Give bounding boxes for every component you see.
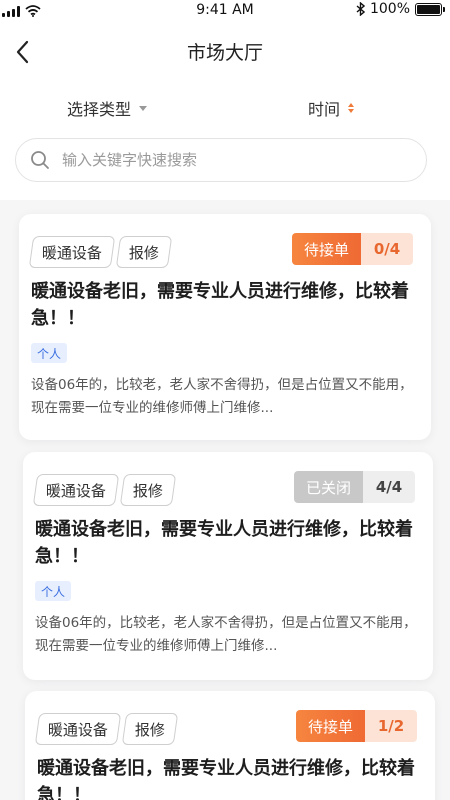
card-description: 设备06年的，比较老，老人家不舍得扔，但是占位置又不能用，现在需要一位专业的维修… — [35, 615, 417, 654]
page-title: 市场大厅 — [186, 42, 263, 64]
time-sort-label: 时间 — [308, 100, 341, 119]
owner-badge: 个人 — [31, 343, 68, 363]
tag-list: 暖通设备 报修 — [32, 474, 177, 506]
card-description: 设备06年的，比较老，老人家不舍得扔，但是占位置又不能用，现在需要一位专业的维修… — [31, 377, 413, 416]
type-tag: 报修 — [121, 713, 179, 745]
accepted-count: 4/4 — [363, 471, 415, 503]
card-title: 暖通设备老旧，需要专业人员进行维修，比较着急！！ — [35, 519, 413, 567]
type-tag: 报修 — [119, 474, 177, 506]
search-area — [0, 134, 450, 200]
type-filter-label: 选择类型 — [67, 100, 132, 119]
category-tag: 暖通设备 — [34, 713, 122, 745]
accepted-count: 1/2 — [365, 710, 417, 742]
status-label: 待接单 — [291, 233, 361, 265]
caret-down-icon — [139, 105, 148, 111]
tag-list: 暖通设备 报修 — [34, 713, 179, 745]
search-icon — [31, 151, 49, 169]
status-label: 待接单 — [295, 710, 365, 742]
sort-icon — [348, 103, 355, 113]
task-card[interactable]: 暖通设备 报修 已关闭 4/4 暖通设备老旧，需要专业人员进行维修，比较着急！！… — [23, 452, 433, 680]
category-tag: 暖通设备 — [28, 236, 116, 268]
search-box[interactable] — [15, 138, 427, 182]
accepted-count: 0/4 — [361, 233, 413, 265]
search-input[interactable] — [62, 151, 402, 169]
type-filter-dropdown[interactable]: 选择类型 — [67, 96, 148, 120]
battery-percentage: 100% — [369, 1, 410, 17]
status-badge: 待接单 1/2 — [295, 710, 417, 742]
time-sort-toggle[interactable]: 时间 — [308, 96, 355, 120]
bluetooth-icon — [356, 2, 365, 16]
battery-icon — [415, 2, 445, 16]
category-tag: 暖通设备 — [32, 474, 120, 506]
status-badge: 待接单 0/4 — [291, 233, 413, 265]
task-card[interactable]: 暖通设备 报修 待接单 1/2 暖通设备老旧，需要专业人员进行维修，比较着急！！ — [25, 691, 435, 800]
owner-badge: 个人 — [35, 581, 72, 601]
status-bar: 9:41 AM 100% — [0, 0, 450, 22]
nav-header: 市场大厅 — [0, 22, 450, 82]
card-title: 暖通设备老旧，需要专业人员进行维修，比较着急！！ — [37, 758, 415, 800]
battery-level — [417, 4, 440, 14]
status-right: 100% — [356, 1, 445, 17]
status-badge: 已关闭 4/4 — [293, 471, 415, 503]
tag-list: 暖通设备 报修 — [28, 236, 173, 268]
status-label: 已关闭 — [293, 471, 363, 503]
type-tag: 报修 — [115, 236, 173, 268]
market-hall-screen: 9:41 AM 100% 市场大厅 选择类型 时间 输入关键字快速搜索 暖通设备… — [0, 0, 450, 800]
filter-bar: 选择类型 时间 — [0, 82, 450, 134]
card-title: 暖通设备老旧，需要专业人员进行维修，比较着急！！ — [31, 281, 409, 329]
task-card[interactable]: 暖通设备 报修 待接单 0/4 暖通设备老旧，需要专业人员进行维修，比较着急！！… — [19, 214, 431, 440]
